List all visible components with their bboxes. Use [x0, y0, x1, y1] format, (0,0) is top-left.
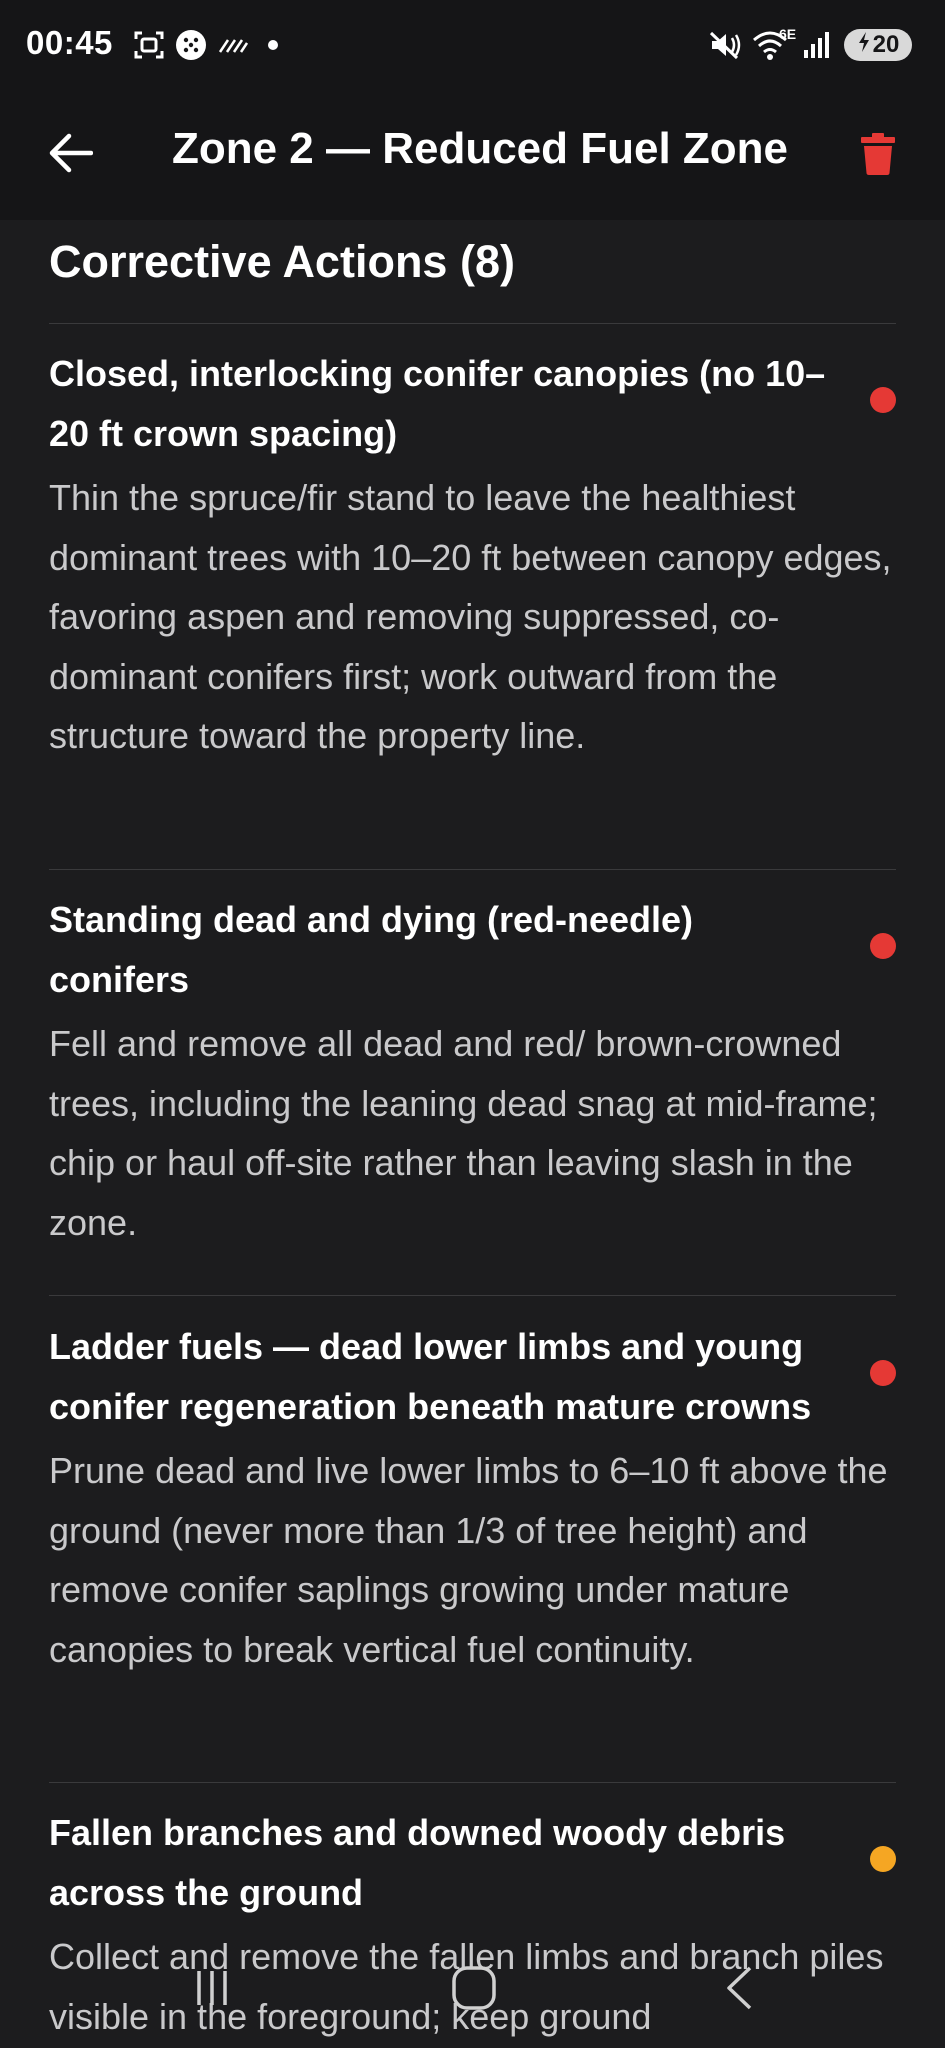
action-title: Ladder fuels — dead lower limbs and youn… — [49, 1326, 812, 1427]
action-description: Prune dead and live lower limbs to 6–10 … — [49, 1450, 888, 1670]
delete-button[interactable] — [848, 126, 908, 186]
action-description: Thin the spruce/fir stand to leave the h… — [49, 477, 892, 756]
severity-dot-high — [870, 1360, 896, 1386]
home-icon — [451, 1965, 497, 2016]
status-bar: 00:45 6E 20 — [0, 0, 945, 90]
signal-icon — [802, 28, 832, 62]
back-button[interactable] — [30, 120, 110, 190]
status-time: 00:45 — [26, 24, 113, 61]
section-title: Corrective Actions (8) — [49, 236, 515, 287]
divider — [49, 1782, 896, 1783]
battery-indicator: 20 — [844, 29, 912, 61]
severity-dot-high — [870, 387, 896, 413]
action-title: Closed, interlocking conifer canopies (n… — [49, 353, 826, 454]
recent-apps-icon — [190, 1968, 234, 2013]
app-bar: Zone 2 — Reduced Fuel Zone — [0, 90, 945, 220]
divider — [49, 323, 896, 324]
wifi-6e-label: 6E — [779, 26, 797, 42]
home-button[interactable] — [439, 1960, 509, 2020]
dots-circle-icon — [174, 28, 208, 62]
wifi-6e-icon: 6E — [752, 26, 800, 62]
action-description: Fell and remove all dead and red/ brown-… — [49, 1023, 878, 1243]
back-nav-button[interactable] — [704, 1960, 774, 2020]
divider — [49, 1295, 896, 1296]
action-item[interactable]: Standing dead and dying (red-needle) con… — [49, 890, 896, 1252]
action-item[interactable]: Closed, interlocking conifer canopies (n… — [49, 344, 896, 766]
corrective-actions-list[interactable]: Corrective Actions (8) Closed, interlock… — [0, 220, 945, 2048]
battery-level: 20 — [872, 31, 900, 58]
severity-dot-medium — [870, 1846, 896, 1872]
action-title: Fallen branches and downed woody debris … — [49, 1812, 786, 1913]
system-nav-bar — [0, 1930, 945, 2048]
screen: 00:45 6E 20 Zone 2 — Reduced Fuel Zone C… — [0, 0, 945, 2048]
severity-dot-high — [870, 933, 896, 959]
charging-bolt-icon — [857, 31, 871, 59]
back-nav-icon — [722, 1965, 756, 2016]
divider — [49, 869, 896, 870]
screenshot-icon — [132, 28, 166, 62]
action-item[interactable]: Ladder fuels — dead lower limbs and youn… — [49, 1317, 896, 1679]
action-title: Standing dead and dying (red-needle) con… — [49, 899, 694, 1000]
recent-apps-button[interactable] — [177, 1960, 247, 2020]
page-title: Zone 2 — Reduced Fuel Zone — [171, 124, 789, 173]
mute-icon — [708, 28, 744, 62]
trash-icon — [861, 132, 895, 180]
stripes-icon — [218, 28, 249, 62]
dot-icon — [266, 28, 280, 62]
arrow-left-icon — [47, 133, 94, 178]
